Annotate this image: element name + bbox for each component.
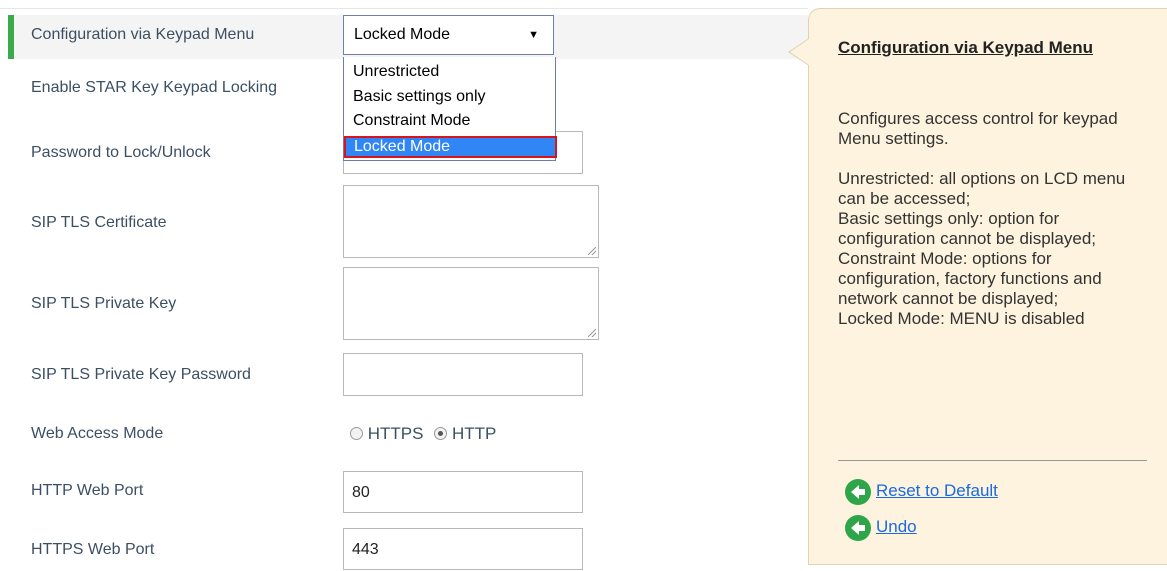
dropdown-arrow-icon: ▼ bbox=[528, 29, 539, 41]
top-divider bbox=[0, 8, 808, 9]
sip-tls-private-key-textarea[interactable] bbox=[343, 267, 599, 340]
sip-tls-private-key-label: SIP TLS Private Key bbox=[31, 295, 177, 312]
resize-handle-icon[interactable] bbox=[588, 247, 596, 255]
sip-tls-key-password-label: SIP TLS Private Key Password bbox=[31, 366, 251, 383]
resize-handle-icon[interactable] bbox=[588, 329, 596, 337]
keypad-menu-select[interactable]: Locked Mode ▼ bbox=[343, 15, 554, 55]
option-constraint-mode[interactable]: Constraint Mode bbox=[353, 111, 470, 131]
active-row-indicator bbox=[8, 15, 14, 59]
option-locked-mode[interactable]: Locked Mode bbox=[344, 136, 557, 158]
reset-arrow-icon[interactable] bbox=[845, 479, 871, 505]
help-title: Configuration via Keypad Menu bbox=[838, 38, 1094, 57]
reset-to-default-link[interactable]: Reset to Default bbox=[876, 481, 998, 501]
option-unrestricted[interactable]: Unrestricted bbox=[353, 62, 439, 82]
password-lock-label: Password to Lock/Unlock bbox=[31, 144, 211, 161]
undo-arrow-icon[interactable] bbox=[845, 515, 871, 541]
help-description: Configures access control for keypad Men… bbox=[838, 109, 1126, 328]
keypad-menu-select-value: Locked Mode bbox=[354, 26, 451, 43]
https-web-port-label: HTTPS Web Port bbox=[31, 541, 155, 558]
sip-tls-certificate-textarea[interactable] bbox=[343, 185, 599, 258]
keypad-menu-label: Configuration via Keypad Menu bbox=[31, 26, 255, 43]
https-web-port-input[interactable]: 443 bbox=[343, 528, 583, 570]
help-panel-pointer-fill bbox=[790, 39, 809, 65]
web-access-mode-label: Web Access Mode bbox=[31, 425, 164, 442]
web-access-mode-radios: HTTPS HTTP bbox=[350, 424, 496, 444]
http-radio-label[interactable]: HTTP bbox=[452, 424, 496, 443]
option-basic-settings-only[interactable]: Basic settings only bbox=[353, 87, 486, 107]
http-web-port-input[interactable]: 80 bbox=[343, 471, 583, 513]
http-radio[interactable] bbox=[434, 427, 448, 440]
https-radio-label[interactable]: HTTPS bbox=[368, 424, 424, 443]
keypad-menu-dropdown: Unrestricted Basic settings only Constra… bbox=[343, 57, 557, 161]
sip-tls-certificate-label: SIP TLS Certificate bbox=[31, 214, 167, 231]
https-radio[interactable] bbox=[350, 427, 363, 440]
star-key-locking-label: Enable STAR Key Keypad Locking bbox=[31, 79, 278, 96]
http-web-port-label: HTTP Web Port bbox=[31, 482, 144, 499]
undo-link[interactable]: Undo bbox=[876, 517, 917, 537]
help-divider bbox=[838, 460, 1147, 461]
sip-tls-key-password-input[interactable] bbox=[343, 353, 583, 396]
